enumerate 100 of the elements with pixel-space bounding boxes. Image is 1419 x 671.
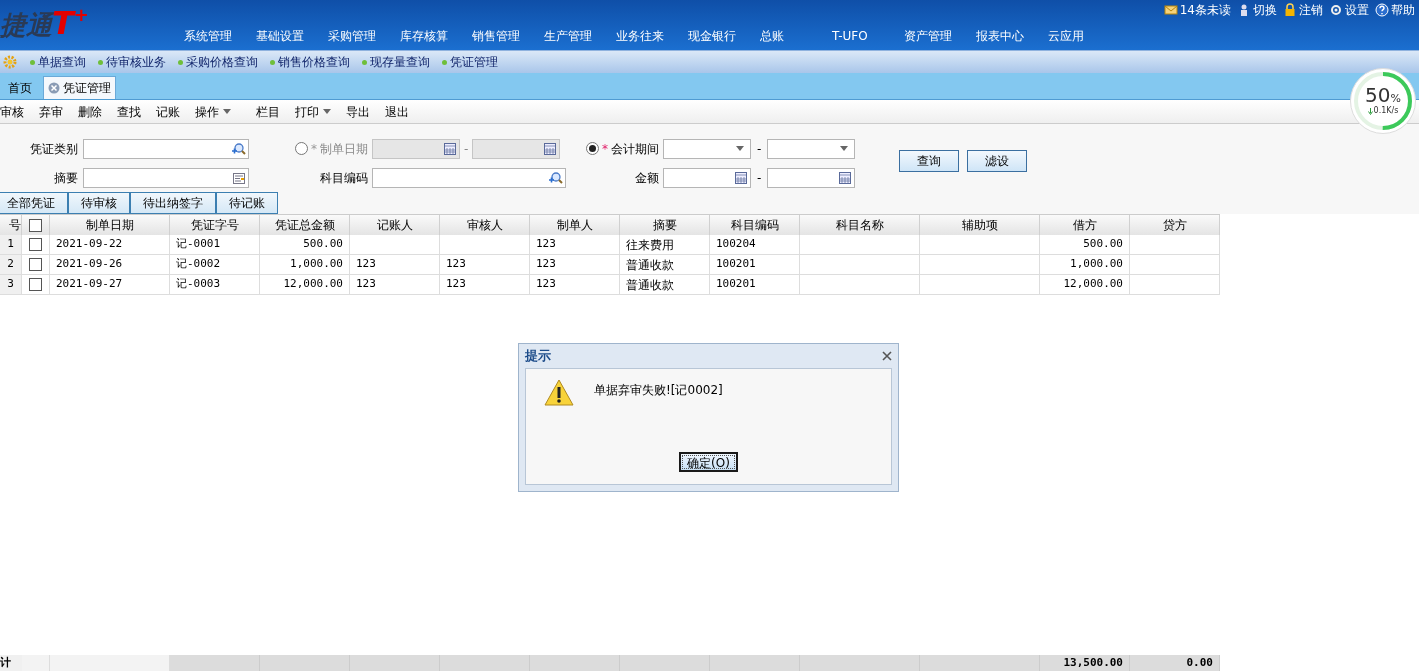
amount-field[interactable] (767, 168, 856, 189)
column-header[interactable]: 凭证字号 (170, 215, 260, 235)
column-header[interactable]: 科目名称 (800, 215, 920, 235)
input-field[interactable] (372, 168, 566, 189)
action-button[interactable]: 查询 (899, 150, 959, 172)
table-cell: 123 (350, 275, 440, 294)
amount-field[interactable] (663, 168, 751, 189)
column-header[interactable]: 摘要 (620, 215, 710, 235)
nav-menu-item[interactable]: 总账 (760, 27, 832, 45)
checkbox[interactable] (29, 238, 42, 251)
totals-cell: 0.00 (1130, 655, 1220, 671)
totals-label: 计 (0, 655, 22, 671)
search-icon[interactable] (547, 171, 563, 186)
toolbar-button[interactable]: 退出 (383, 102, 424, 121)
column-header[interactable]: 制单日期 (50, 215, 170, 235)
header-link[interactable]: 14条未读 (1163, 1, 1231, 19)
column-header[interactable]: 贷方 (1130, 215, 1220, 235)
quick-link[interactable]: 待审核业务 (98, 53, 166, 71)
nav-menu-item[interactable]: 资产管理 (904, 27, 976, 45)
column-header[interactable]: 科目编码 (710, 215, 800, 235)
header-link[interactable]: 切换 (1237, 1, 1277, 19)
input-field[interactable] (83, 138, 249, 159)
quick-link[interactable]: 单据查询 (30, 53, 86, 71)
nav-menu-item[interactable]: 销售管理 (472, 27, 544, 45)
nav-menu-item[interactable]: 现金银行 (688, 27, 760, 45)
logo: 捷通T+ (0, 6, 89, 44)
calendar-icon[interactable] (735, 172, 747, 185)
close-icon[interactable] (48, 82, 60, 94)
input-field[interactable] (83, 168, 249, 189)
quick-link[interactable]: 现存量查询 (362, 53, 430, 71)
nav-menu-item[interactable]: 库存核算 (400, 27, 472, 45)
nav-menu-item[interactable]: 采购管理 (328, 27, 400, 45)
checkbox[interactable] (29, 258, 42, 271)
radio-button[interactable] (586, 142, 599, 156)
column-header[interactable]: 凭证总金额 (260, 215, 350, 235)
table-cell: 123 (350, 255, 440, 274)
warning-icon (544, 379, 574, 406)
toolbar-button[interactable]: 查找 (115, 102, 156, 121)
nav-menu-item[interactable]: T-UFO (832, 27, 904, 45)
field-label: 会计期间 (611, 140, 659, 158)
nav-menu-item[interactable]: 业务往来 (616, 27, 688, 45)
column-header[interactable]: 辅助项 (920, 215, 1040, 235)
nav-menu-item[interactable]: 基础设置 (256, 27, 328, 45)
table-cell: 1,000.00 (260, 255, 350, 274)
header-link[interactable]: 设置 (1329, 1, 1369, 19)
ok-button[interactable]: 确定(O) (679, 452, 738, 472)
nav-menu-item[interactable]: 生产管理 (544, 27, 616, 45)
toolbar-button[interactable]: 打印 (293, 102, 346, 121)
date-field[interactable] (472, 138, 561, 159)
view-tab[interactable]: 待审核 (68, 192, 130, 214)
calendar-icon[interactable] (839, 172, 852, 185)
row-number: 2 (0, 255, 22, 274)
toolbar-button[interactable]: 栏目 (254, 102, 295, 121)
percent-reading: 50% (1365, 85, 1401, 105)
calendar-icon[interactable] (444, 142, 456, 155)
view-tab[interactable]: 待记账 (216, 192, 278, 214)
row-number: 3 (0, 275, 22, 294)
quick-link[interactable]: 采购价格查询 (178, 53, 258, 71)
header-link[interactable]: 帮助 (1375, 1, 1415, 19)
field-label: 摘要 (53, 170, 78, 188)
nav-menu-item[interactable]: 云应用 (1048, 27, 1120, 45)
calendar-icon[interactable] (544, 142, 557, 155)
checkbox[interactable] (29, 218, 42, 232)
tab[interactable]: 凭证管理 (43, 76, 116, 99)
toolbar-button[interactable]: 操作 (193, 102, 246, 121)
caret-icon (736, 146, 744, 152)
nav-menu-item[interactable]: 报表中心 (976, 27, 1048, 45)
toolbar-button[interactable]: 导出 (344, 102, 385, 121)
toolbar-button[interactable]: 记账 (154, 102, 195, 121)
search-icon[interactable] (230, 141, 246, 156)
table-cell: 123 (530, 255, 620, 274)
nav-menu-item[interactable]: 系统管理 (184, 27, 256, 45)
quick-link[interactable]: 销售价格查询 (270, 53, 350, 71)
range-separator: - (757, 140, 762, 158)
date-field[interactable] (372, 138, 460, 159)
view-tab[interactable]: 全部凭证 (0, 192, 68, 214)
checkbox[interactable] (29, 278, 42, 291)
view-tab[interactable]: 待出纳签字 (130, 192, 216, 214)
table-cell: 100204 (710, 235, 800, 254)
radio-button[interactable] (295, 142, 308, 156)
table-cell: 普通收款 (620, 275, 710, 294)
toolbar-button[interactable]: 弃审 (37, 102, 78, 121)
required-mark: * (602, 140, 608, 158)
action-button[interactable]: 滤设 (967, 150, 1027, 172)
toolbar-button[interactable]: 审核 (0, 102, 39, 121)
field-label: 科目编码 (319, 170, 368, 188)
column-header[interactable]: 借方 (1040, 215, 1130, 235)
quick-link[interactable]: 凭证管理 (442, 53, 498, 71)
header-link[interactable]: 注销 (1283, 1, 1323, 19)
field-label: 制单日期 (320, 140, 368, 158)
column-header[interactable]: 记账人 (350, 215, 440, 235)
tab[interactable]: 首页 (0, 76, 40, 99)
rate-reading: 0.1K/s (1367, 105, 1399, 117)
column-header[interactable]: 审核人 (440, 215, 530, 235)
table-cell: 往来费用 (620, 235, 710, 254)
list-icon[interactable] (233, 172, 245, 184)
table-cell: 100201 (710, 255, 800, 274)
column-header[interactable]: 制单人 (530, 215, 620, 235)
close-icon[interactable] (882, 351, 892, 361)
toolbar-button[interactable]: 删除 (76, 102, 117, 121)
